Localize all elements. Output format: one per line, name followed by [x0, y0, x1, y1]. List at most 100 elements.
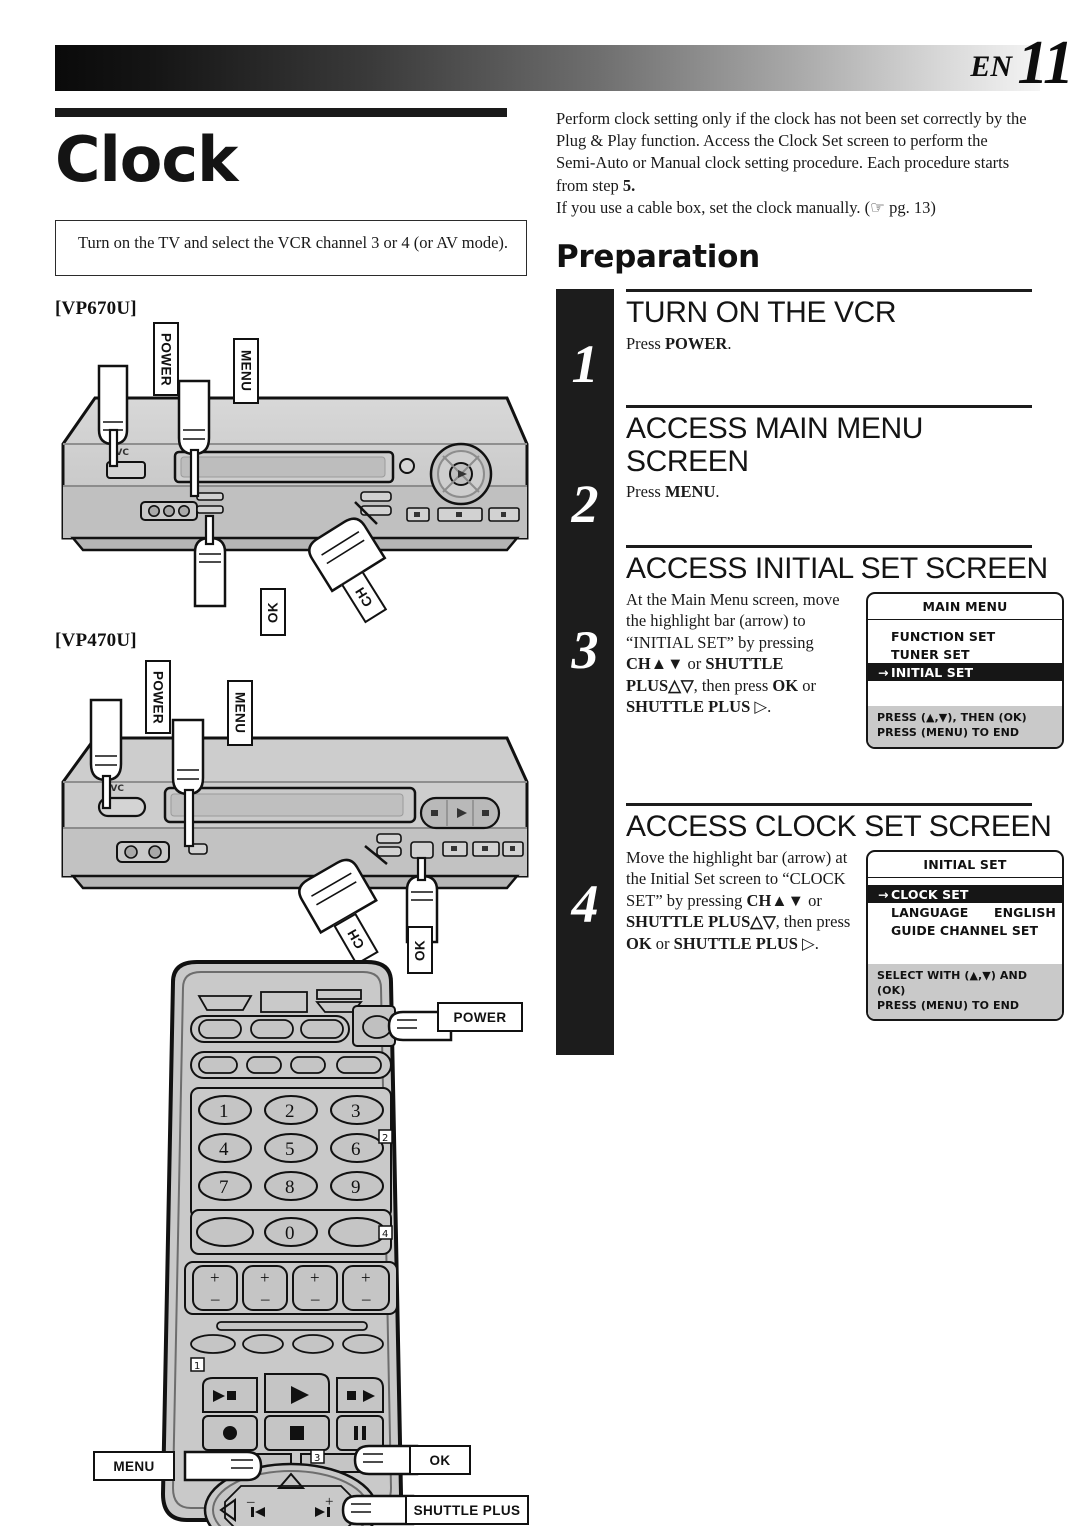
- osd-item-tuner-set[interactable]: TUNER SET: [868, 645, 1062, 663]
- osd-arrow-placeholder: [878, 647, 891, 662]
- model-label-vp470u: [VP470U]: [55, 630, 137, 652]
- osd-footer-line-1: SELECT WITH (▲,▼) AND (OK): [877, 969, 1028, 997]
- intro-paragraph-1: Perform clock setting only if the clock …: [556, 109, 1027, 195]
- osd-spacer: [868, 939, 1062, 961]
- osd-main-menu-items: FUNCTION SET TUNER SET → INITIAL SET: [868, 620, 1062, 706]
- step-2-heading: ACCESS MAIN MENU SCREEN: [626, 412, 923, 478]
- osd-item-label: GUIDE CHANNEL SET: [891, 922, 1039, 938]
- language-code: EN: [970, 50, 1012, 83]
- step-3-body: ACCESS INITIAL SET SCREEN At the Main Me…: [614, 544, 1064, 803]
- step-list: 1 TURN ON THE VCR Press POWER. 2 ACCESS …: [556, 288, 1064, 1055]
- step-4-heading: ACCESS CLOCK SET SCREEN: [626, 810, 1052, 844]
- selection-arrow-icon: →: [878, 664, 889, 680]
- svg-text:+: +: [260, 1268, 270, 1287]
- osd-footer-line-2: PRESS (MENU) TO END: [877, 725, 1020, 739]
- step-4-rule: [626, 802, 1032, 807]
- callout-power-470: POWER: [145, 660, 171, 735]
- svg-text:–: –: [310, 1289, 320, 1308]
- step-2-text: Press MENU.: [626, 482, 720, 502]
- preparation-heading: Preparation: [556, 238, 760, 275]
- svg-text:–: –: [260, 1289, 270, 1308]
- callout-menu-670: MENU: [233, 338, 259, 405]
- osd-item-label: CLOCK SET: [891, 886, 969, 902]
- svg-text:8: 8: [285, 1177, 295, 1198]
- step-2-number: 2: [571, 473, 599, 534]
- step-4-body: ACCESS CLOCK SET SCREEN Move the highlig…: [614, 802, 1064, 1055]
- right-column: Perform clock setting only if the clock …: [556, 108, 1064, 1055]
- osd-initial-set-footer: SELECT WITH (▲,▼) AND (OK) PRESS (MENU) …: [868, 964, 1062, 1020]
- osd-main-menu: MAIN MENU FUNCTION SET TUNER SET → INITI…: [866, 591, 1064, 749]
- svg-text:1: 1: [194, 1361, 200, 1372]
- osd-item-clock-set-selected[interactable]: → CLOCK SET: [868, 885, 1062, 904]
- header-gradient-bar: [55, 45, 1040, 91]
- step-3-number: 3: [571, 619, 599, 680]
- osd-footer-line-2: PRESS (MENU) TO END: [877, 998, 1020, 1012]
- step-4-number: 4: [571, 873, 599, 934]
- callout-menu-470: MENU: [227, 680, 253, 747]
- svg-text:6: 6: [351, 1139, 361, 1160]
- step-3-text: At the Main Menu screen, move the highli…: [626, 589, 840, 717]
- osd-item-label: LANGUAGE: [891, 904, 969, 920]
- osd-initial-set-title: INITIAL SET: [923, 856, 1007, 872]
- osd-item-label: FUNCTION SET: [891, 628, 996, 644]
- svg-text:0: 0: [285, 1223, 295, 1244]
- callout-ok-remote: OK: [409, 1445, 471, 1476]
- svg-text:7: 7: [219, 1177, 229, 1198]
- callout-power-670: POWER: [153, 322, 179, 397]
- callout-ok-670: OK: [260, 588, 286, 637]
- step-3: 3 ACCESS INITIAL SET SCREEN At the Main …: [556, 544, 1064, 803]
- step-2: 2 ACCESS MAIN MENU SCREEN Press MENU.: [556, 404, 1034, 545]
- vcr-470-drawing: JVC: [61, 698, 529, 944]
- svg-text:9: 9: [351, 1177, 361, 1198]
- osd-arrow-placeholder: [878, 629, 891, 644]
- osd-main-menu-title: MAIN MENU: [922, 598, 1008, 614]
- svg-text:4: 4: [219, 1139, 229, 1160]
- svg-text:3: 3: [351, 1101, 361, 1122]
- callout-power-remote: POWER: [437, 1002, 523, 1033]
- osd-item-initial-set-selected[interactable]: → INITIAL SET: [868, 663, 1062, 682]
- osd-initial-set: INITIAL SET → CLOCK SET LANGUAGE ENGLISH…: [866, 849, 1064, 1022]
- osd-item-guide-channel-set[interactable]: GUIDE CHANNEL SET: [868, 921, 1062, 939]
- step-1-rule: [626, 288, 1032, 293]
- svg-text:–: –: [210, 1289, 220, 1308]
- step-3-rule: [626, 544, 1032, 549]
- tv-setup-note-text: Turn on the TV and select the VCR channe…: [78, 233, 509, 253]
- osd-arrow-placeholder: [878, 923, 891, 938]
- page-number: 11: [1017, 29, 1074, 97]
- osd-item-value: ENGLISH: [993, 904, 1056, 920]
- vcr-illustration-vp470u: JVC POWER MENU CH OK: [55, 658, 535, 975]
- osd-item-label: TUNER SET: [891, 646, 970, 662]
- remote-control-illustration: 1 2 3 4 5 6 7 8 9 2 0 4 + – + – + – + – …: [93, 954, 535, 1526]
- osd-initial-set-items: → CLOCK SET LANGUAGE ENGLISH GUIDE CHANN…: [868, 878, 1062, 964]
- model-label-vp670u: [VP670U]: [55, 298, 137, 320]
- manual-page: EN 11 Clock Turn on the TV and select th…: [0, 0, 1080, 1526]
- step-2-body: ACCESS MAIN MENU SCREEN Press MENU.: [614, 404, 1034, 545]
- callout-shuttle-plus-remote: SHUTTLE PLUS: [405, 1495, 529, 1526]
- title-rule: [55, 108, 507, 117]
- page-title: Clock: [55, 123, 238, 196]
- svg-text:+: +: [210, 1268, 220, 1287]
- osd-item-function-set[interactable]: FUNCTION SET: [868, 627, 1062, 645]
- svg-text:+: +: [361, 1268, 371, 1287]
- svg-text:1: 1: [219, 1101, 229, 1122]
- svg-text:2: 2: [382, 1133, 388, 1144]
- intro-paragraph-2: If you use a cable box, set the clock ma…: [556, 197, 936, 217]
- osd-item-label: INITIAL SET: [891, 664, 974, 680]
- osd-spacer: [868, 681, 1062, 703]
- step-3-heading: ACCESS INITIAL SET SCREEN: [626, 552, 1048, 586]
- svg-text:3: 3: [314, 1453, 320, 1464]
- tv-setup-note-box: Turn on the TV and select the VCR channe…: [55, 220, 527, 277]
- svg-text:+: +: [310, 1268, 320, 1287]
- svg-text:4: 4: [382, 1229, 388, 1240]
- remote-drawing: 1 2 3 4 5 6 7 8 9 2 0 4 +– +– +– +– 1 3 …: [160, 960, 453, 1526]
- callout-menu-remote: MENU: [93, 1451, 175, 1482]
- osd-item-language[interactable]: LANGUAGE ENGLISH: [868, 903, 1062, 921]
- step-1-number: 1: [571, 333, 599, 394]
- svg-text:5: 5: [285, 1139, 295, 1160]
- step-4-text: Move the highlight bar (arrow) at the In…: [626, 847, 851, 953]
- step-1-body: TURN ON THE VCR Press POWER.: [614, 288, 1034, 405]
- step-1-heading: TURN ON THE VCR: [626, 296, 897, 330]
- vcr-illustration-vp670u: JVC POWER MENU OK CH: [55, 322, 535, 637]
- svg-text:2: 2: [285, 1101, 295, 1122]
- step-2-rule: [626, 404, 1032, 409]
